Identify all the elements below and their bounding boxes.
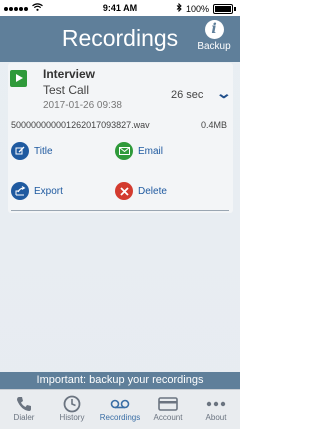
recording-subtitle: Test Call — [43, 83, 90, 97]
tab-history[interactable]: History — [48, 390, 96, 429]
tab-recordings[interactable]: Recordings — [96, 390, 144, 429]
app-header: Recordings i Backup — [0, 16, 240, 62]
battery-icon — [213, 3, 233, 14]
bluetooth-icon — [176, 2, 182, 14]
export-button-label: Export — [34, 185, 63, 197]
email-button[interactable]: Email — [115, 142, 163, 160]
recording-filename: 500000000001262017093827.wav — [11, 120, 150, 130]
backup-button[interactable]: i Backup — [195, 20, 233, 52]
play-icon[interactable] — [10, 70, 27, 87]
delete-button-label: Delete — [138, 185, 167, 197]
recording-name: Interview — [43, 67, 96, 81]
export-icon — [11, 182, 29, 200]
phone-icon — [13, 395, 35, 413]
tab-history-label: History — [59, 413, 85, 422]
close-icon — [115, 182, 133, 200]
mail-icon — [115, 142, 133, 160]
tab-recordings-label: Recordings — [99, 413, 141, 422]
title-button-label: Title — [34, 145, 53, 157]
tab-bar: Dialer History Recordings Account About — [0, 389, 240, 429]
more-icon — [205, 395, 227, 413]
export-button[interactable]: Export — [11, 182, 63, 200]
tab-dialer[interactable]: Dialer — [0, 390, 48, 429]
tab-account-label: Account — [153, 413, 183, 422]
divider — [11, 210, 229, 211]
chevron-down-icon[interactable]: ⌄ — [216, 85, 232, 102]
backup-label: Backup — [197, 41, 231, 52]
battery-percent: 100% — [185, 3, 209, 14]
backup-banner: Important: backup your recordings — [0, 372, 240, 389]
battery-cap — [234, 6, 236, 11]
tab-account[interactable]: Account — [144, 390, 192, 429]
email-button-label: Email — [138, 145, 164, 157]
info-icon: i — [204, 20, 224, 39]
recording-card: Interview Test Call 2017-01-26 09:38 26 … — [8, 63, 233, 213]
card-icon — [157, 395, 179, 413]
tab-about[interactable]: About — [192, 390, 240, 429]
title-button[interactable]: Title — [11, 142, 53, 160]
delete-button[interactable]: Delete — [115, 182, 167, 200]
recording-datetime: 2017-01-26 09:38 — [43, 100, 122, 111]
status-right: 100% — [176, 2, 236, 14]
clock-icon — [61, 395, 83, 413]
screen: 9:41 AM 100% Recordings i Backup Intervi… — [0, 0, 240, 429]
status-bar: 9:41 AM 100% — [0, 0, 240, 16]
tab-about-label: About — [205, 413, 227, 422]
edit-icon — [11, 142, 29, 160]
voicemail-icon — [109, 395, 131, 413]
recording-duration: 26 sec — [171, 89, 204, 101]
recording-filesize: 0.4MB — [200, 120, 227, 130]
tab-dialer-label: Dialer — [13, 413, 35, 422]
